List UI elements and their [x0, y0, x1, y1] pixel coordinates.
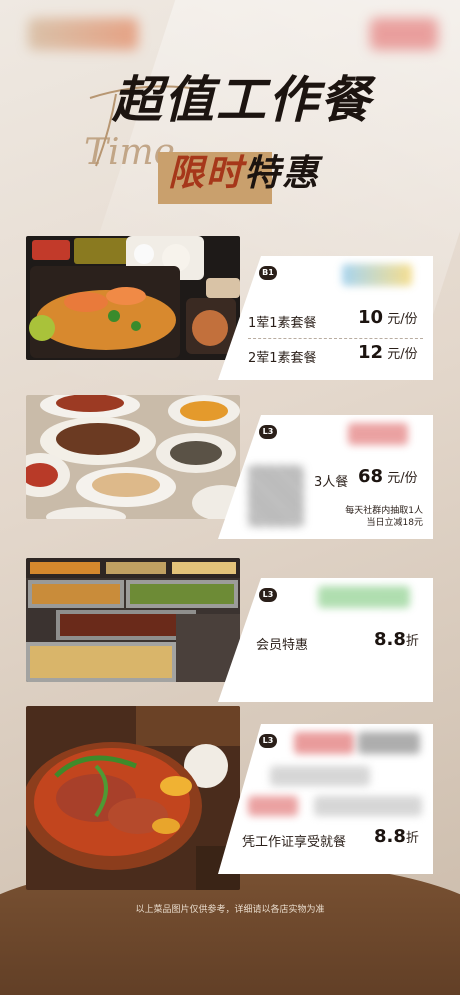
page-subtitle: 限时特惠 — [168, 146, 320, 202]
menu-item-price: 8.8折 — [374, 826, 419, 847]
menu-item-price: 68 元/份 — [358, 466, 418, 487]
blurred-brand-logo — [314, 796, 422, 816]
price-card-l3-member: L3 会员特惠 8.8折 — [218, 578, 433, 702]
photo-buffet-trays — [26, 558, 240, 682]
menu-item-label: 会员特惠 — [256, 638, 309, 653]
blurred-qr-code — [248, 465, 304, 527]
blurred-logo-right — [370, 18, 438, 50]
poster: 超值工作餐 Time 限时特惠 B1 1荤1素套餐 10 元/份 2荤1素套餐 … — [0, 0, 460, 995]
footer-disclaimer: 以上菜品图片仅供参考，详细请以各店实物为准 — [135, 905, 325, 915]
blurred-brand-logo — [318, 586, 410, 608]
menu-item-price: 12 元/份 — [358, 342, 418, 363]
menu-item-price: 8.8折 — [374, 629, 419, 650]
price-card-l3-worker: L3 凭工作证享受就餐 8.8折 — [218, 724, 433, 874]
blurred-brand-logo — [348, 423, 408, 445]
floor-badge: L3 — [259, 588, 277, 602]
divider — [248, 338, 423, 339]
menu-item-label: 2荤1素套餐 — [248, 351, 317, 366]
blurred-brand-logo — [342, 264, 412, 286]
menu-item-label: 凭工作证享受就餐 — [242, 835, 347, 850]
menu-item-label: 1荤1素套餐 — [248, 316, 317, 331]
photo-bento-noodles — [26, 236, 240, 360]
menu-item-label: 3人餐 — [314, 475, 349, 490]
page-title: 超值工作餐 — [112, 70, 372, 129]
subtitle-highlight: 限时 — [168, 153, 245, 194]
floor-badge: L3 — [259, 734, 277, 748]
subtitle-rest: 特惠 — [244, 153, 321, 194]
menu-item-price: 10 元/份 — [358, 307, 418, 328]
photo-family-dishes — [26, 395, 240, 519]
floor-badge: L3 — [259, 425, 277, 439]
promo-note-line: 当日立减18元 — [366, 518, 423, 528]
blurred-logo-left — [28, 18, 138, 50]
floor-badge: B1 — [259, 266, 277, 280]
blurred-brand-logo — [358, 732, 420, 754]
blurred-brand-logo — [270, 766, 370, 786]
price-card-l3-group: L3 3人餐 68 元/份 每天社群内抽取1人 当日立减18元 — [218, 415, 433, 539]
blurred-brand-logo — [294, 732, 354, 754]
blurred-brand-logo — [248, 796, 298, 816]
photo-spicy-beef-pot — [26, 706, 240, 890]
promo-note: 每天社群内抽取1人 当日立减18元 — [345, 505, 423, 529]
promo-note-line: 每天社群内抽取1人 — [345, 506, 423, 516]
